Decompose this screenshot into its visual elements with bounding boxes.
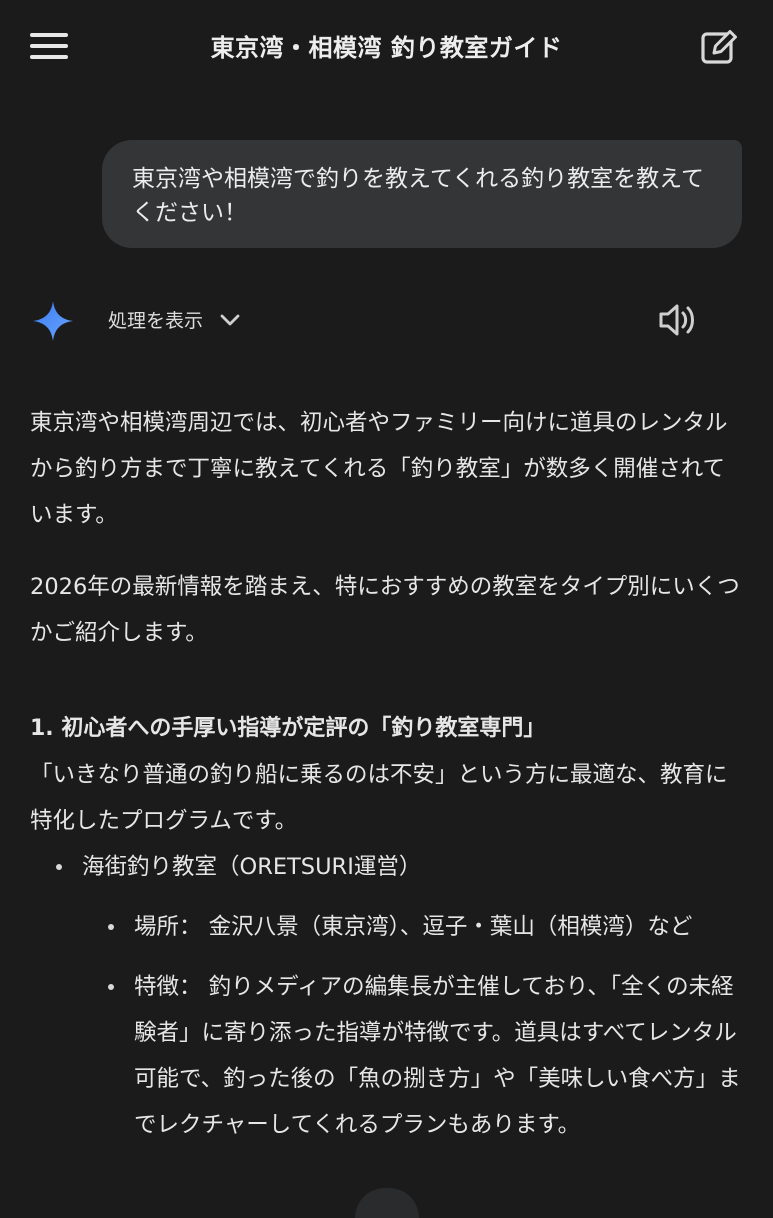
edit-note-icon[interactable] [698,26,740,68]
detail-features: 特徴： 釣りメディアの編集長が主催しており、「全くの未経験者」に寄り添った指導が… [104,964,745,1148]
assistant-response: 東京湾や相模湾周辺では、初心者やファミリー向けに道具のレンタルから釣り方まで丁寧… [30,400,745,1162]
response-note: 2026年の最新情報を踏まえ、特におすすめの教室をタイプ別にいくつかご紹介します… [30,574,740,646]
show-thinking-toggle[interactable]: 処理を表示 [108,306,243,333]
speaker-icon[interactable] [655,298,699,342]
hamburger-menu-icon[interactable] [30,26,76,66]
school-name: 海街釣り教室（ORETSURI運営） [82,854,422,880]
list-item: 海街釣り教室（ORETSURI運営） 場所： 金沢八景（東京湾）、逗子・葉山（相… [52,844,745,1148]
response-intro: 東京湾や相模湾周辺では、初心者やファミリー向けに道具のレンタルから釣り方まで丁寧… [30,410,728,528]
chevron-down-icon [220,314,240,325]
page-title: 東京湾・相模湾 釣り教室ガイド [210,34,563,62]
user-message-bubble: 東京湾や相模湾で釣りを教えてくれる釣り教室を教えてください！ [102,140,742,248]
top-app-bar: 東京湾・相模湾 釣り教室ガイド [0,0,773,92]
school-list: 海街釣り教室（ORETSURI運営） 場所： 金沢八景（東京湾）、逗子・葉山（相… [30,844,745,1148]
school-details: 場所： 金沢八景（東京湾）、逗子・葉山（相模湾）など 特徴： 釣りメディアの編集… [82,904,745,1148]
detail-location: 場所： 金沢八景（東京湾）、逗子・葉山（相模湾）など [104,904,745,950]
section-heading: 1. 初心者への手厚い指導が定評の「釣り教室専門」 [30,716,546,741]
gemini-sparkle-icon [33,301,73,341]
assistant-header: 処理を表示 [0,290,773,350]
section-description: 「いきなり普通の釣り船に乗るのは不安」という方に最適な、教育に特化したプログラム… [30,762,728,834]
user-message-text: 東京湾や相模湾で釣りを教えてくれる釣り教室を教えてください！ [132,166,705,226]
scroll-down-button[interactable] [355,1188,419,1218]
show-thinking-label: 処理を表示 [108,310,204,332]
